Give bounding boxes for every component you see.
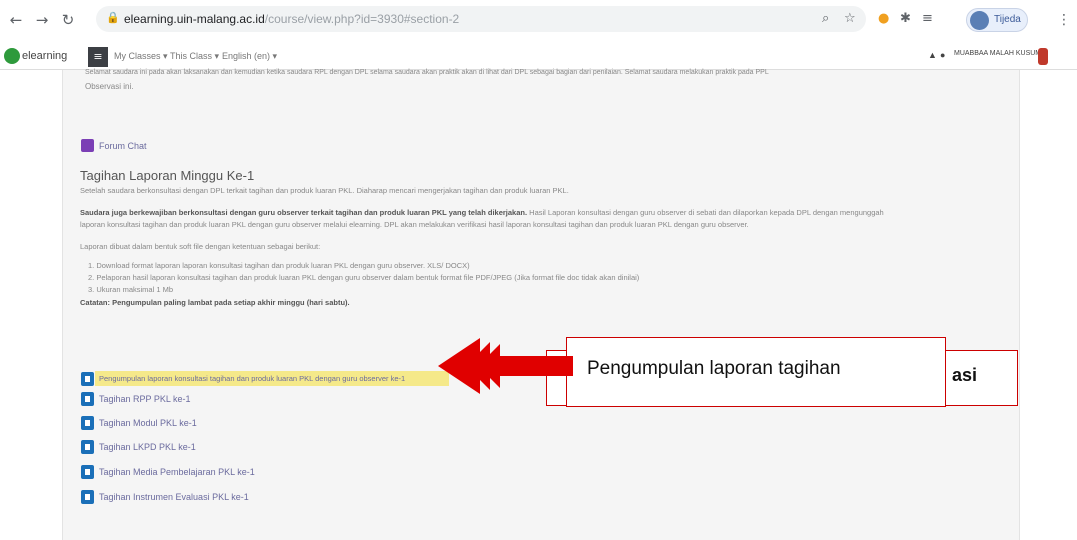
arrow-left-icon: [438, 338, 573, 394]
section-title: Tagihan Laporan Minggu Ke-1: [80, 168, 255, 183]
bell-icon[interactable]: ▲: [928, 50, 937, 60]
format-item: 3. Ukuran maksimal 1 Mb: [88, 285, 174, 294]
url-path: /course/view.php?id=3930#section-2: [264, 12, 460, 26]
para-bold: Saudara juga berkewajiban berkonsultasi …: [80, 208, 528, 217]
activity-label[interactable]: Tagihan Media Pembelajaran PKL ke-1: [99, 467, 255, 477]
forum-icon: [81, 139, 94, 152]
assignment-icon: [81, 416, 94, 430]
extension-icon[interactable]: ●: [878, 11, 889, 26]
chat-icon[interactable]: ●: [940, 50, 945, 60]
zoom-icon[interactable]: ⌕: [822, 11, 829, 26]
user-name[interactable]: MUABBAA MALAH KUSUMA: [954, 50, 1046, 57]
nav-this-class[interactable]: This Class ▾: [170, 51, 219, 62]
intro-text: Selamat saudara ini pada akan laksanakan…: [85, 69, 769, 76]
section-note: Catatan: Pengumpulan paling lambat pada …: [80, 298, 350, 307]
activity-label[interactable]: Tagihan LKPD PKL ke-1: [99, 442, 196, 452]
section-desc: Setelah saudara berkonsultasi dengan DPL…: [80, 186, 569, 195]
format-intro: Laporan dibuat dalam bentuk soft file de…: [80, 242, 321, 251]
back-icon[interactable]: ←: [6, 10, 26, 30]
annotation-label: Pengumpulan laporan tagihan: [587, 358, 841, 379]
section-para: Saudara juga berkewajiban berkonsultasi …: [80, 208, 884, 217]
format-item: 2. Pelaporan hasil laporan konsultasi ta…: [88, 273, 640, 282]
brand-label[interactable]: elearning: [22, 50, 67, 62]
assignment-icon: [81, 490, 94, 504]
star-icon[interactable]: ☆: [844, 11, 856, 26]
intro-text-2: Observasi ini.: [85, 82, 134, 91]
hamburger-icon[interactable]: ≡: [88, 47, 108, 67]
reload-icon[interactable]: ↻: [58, 10, 78, 30]
activity-label[interactable]: Tagihan RPP PKL ke-1: [99, 394, 191, 404]
course-content: Selamat saudara ini pada akan laksanakan…: [62, 69, 1020, 540]
profile-label: Tijeda: [994, 14, 1021, 25]
reading-list-icon[interactable]: ≡: [922, 11, 933, 26]
assignment-icon: [81, 440, 94, 454]
activity-label[interactable]: Pengumpulan laporan konsultasi tagihan d…: [99, 374, 405, 383]
forum-label[interactable]: Forum Chat: [99, 141, 147, 151]
activity-label[interactable]: Tagihan Modul PKL ke-1: [99, 418, 197, 428]
nav-language[interactable]: English (en) ▾: [222, 51, 277, 62]
address-row: ← → ↻ 🔒 elearning.uin-malang.ac.id/cours…: [0, 6, 1077, 36]
url-domain: elearning.uin-malang.ac.id: [124, 12, 265, 26]
browser-chrome: ← → ↻ 🔒 elearning.uin-malang.ac.id/cours…: [0, 0, 1077, 70]
puzzle-icon[interactable]: ✱: [900, 11, 911, 26]
profile-button[interactable]: Tijeda: [966, 8, 1028, 32]
annotation-behind-label: asi: [951, 365, 977, 385]
format-item: 1. Download format laporan laporan konsu…: [88, 261, 470, 270]
forward-icon[interactable]: →: [32, 10, 52, 30]
url-text: elearning.uin-malang.ac.id/course/view.p…: [124, 12, 459, 26]
assignment-icon: [81, 372, 94, 386]
url-bar[interactable]: 🔒 elearning.uin-malang.ac.id/course/view…: [96, 6, 866, 32]
lock-icon: 🔒: [106, 11, 120, 24]
activity-label[interactable]: Tagihan Instrumen Evaluasi PKL ke-1: [99, 492, 249, 502]
user-avatar[interactable]: [1038, 48, 1048, 65]
menu-icon[interactable]: ⋮: [1057, 12, 1071, 28]
nav-my-classes[interactable]: My Classes ▾: [114, 51, 168, 62]
annotation-box: Pengumpulan laporan tagihan: [566, 337, 946, 407]
assignment-icon: [81, 392, 94, 406]
logo-icon: [4, 48, 20, 64]
section-para-2: laporan konsultasi tagihan dan produk lu…: [80, 220, 749, 229]
assignment-icon: [81, 465, 94, 479]
para-rest: Hasil Laporan konsultasi dengan guru obs…: [527, 208, 884, 217]
site-navbar: elearning ≡ My Classes ▾ This Class ▾ En…: [0, 44, 1077, 70]
profile-avatar: [970, 11, 989, 30]
